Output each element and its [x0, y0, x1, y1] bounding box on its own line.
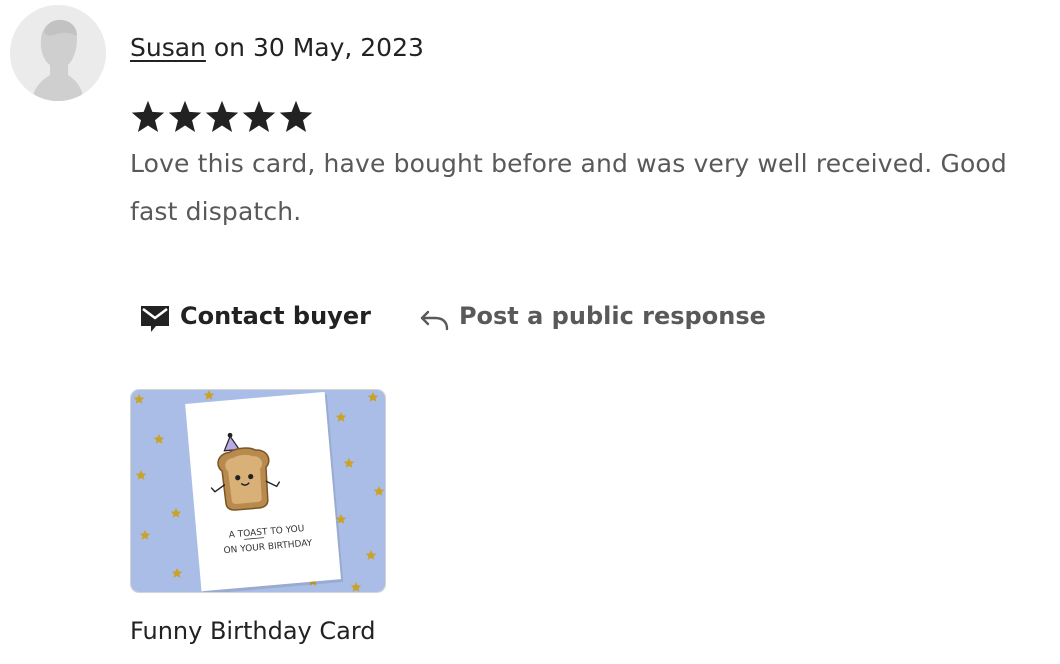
avatar[interactable] — [10, 5, 106, 101]
listing-thumbnail[interactable]: A TOAST TO YOU ON YOUR BIRTHDAY — [130, 389, 386, 593]
reply-arrow-icon — [419, 309, 449, 331]
default-user-silhouette-icon — [10, 5, 106, 101]
review-header: Susan on 30 May, 2023 — [130, 31, 424, 65]
post-public-response-label: Post a public response — [458, 302, 766, 330]
star-icon — [168, 100, 202, 132]
star-icon — [205, 100, 239, 132]
review-date: on 30 May, 2023 — [205, 33, 424, 62]
star-icon — [242, 100, 276, 132]
contact-buyer-button[interactable]: Contact buyer — [140, 299, 371, 333]
greeting-card: A TOAST TO YOU ON YOUR BIRTHDAY — [185, 391, 344, 592]
star-icon — [279, 100, 313, 132]
listing-title-link[interactable]: Funny Birthday Card — [130, 614, 376, 648]
reviewer-name-link[interactable]: Susan — [130, 33, 206, 62]
post-public-response-button[interactable]: Post a public response — [419, 301, 766, 331]
star-rating — [130, 97, 314, 137]
review-card: Susan on 30 May, 2023 Love this card, ha… — [0, 0, 1060, 664]
review-actions: Contact buyer Post a public response — [140, 296, 766, 336]
star-icon — [131, 100, 165, 132]
contact-buyer-label: Contact buyer — [180, 302, 371, 330]
birthday-card-image: A TOAST TO YOU ON YOUR BIRTHDAY — [131, 390, 385, 592]
envelope-icon — [140, 305, 170, 333]
review-text: Love this card, have bought before and w… — [130, 149, 1007, 226]
